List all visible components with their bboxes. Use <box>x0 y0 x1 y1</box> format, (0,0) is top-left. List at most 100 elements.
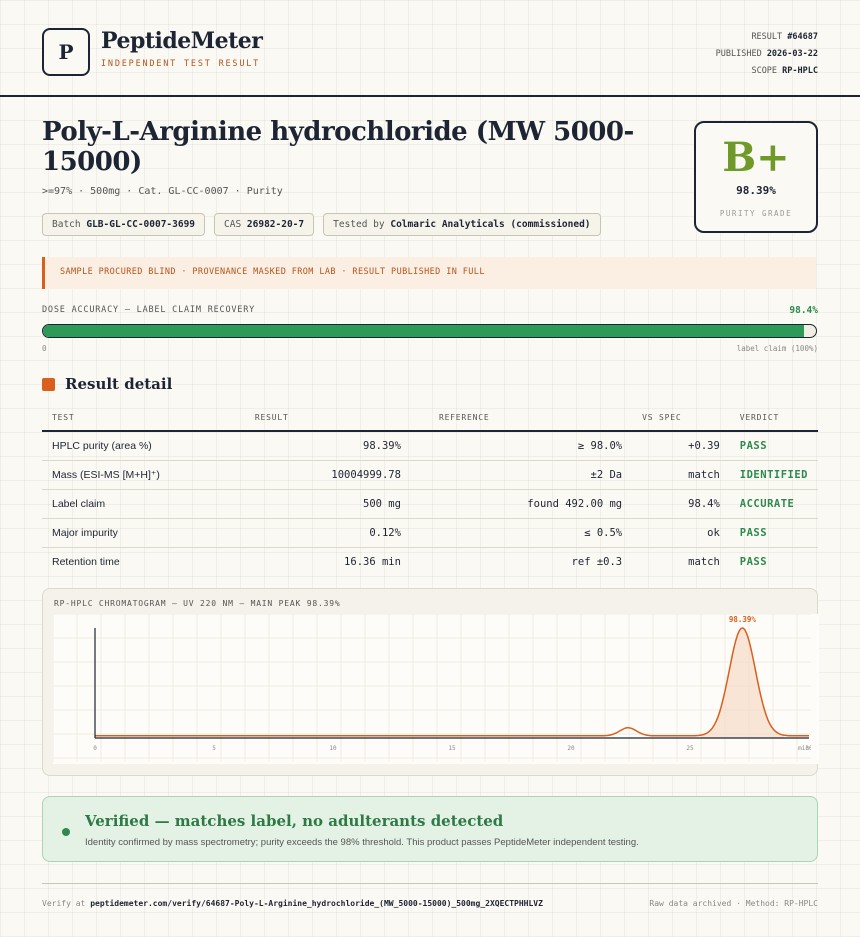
dose-bar-max-label: label claim (100%) <box>736 344 818 353</box>
verified-title: Verified — matches label, no adulterants… <box>85 812 504 830</box>
cell-vs-spec: +0.39 <box>632 431 730 461</box>
verify-url-link[interactable]: peptidemeter.com/verify/64687-Poly-L-Arg… <box>90 899 543 908</box>
col-header-result: RESULT <box>244 404 411 432</box>
chromatogram-card: RP-HPLC CHROMATOGRAM — UV 220 NM — MAIN … <box>42 588 819 776</box>
cell-result: 98.39% <box>244 431 411 461</box>
cell-vs-spec: 98.4% <box>632 489 730 519</box>
brand-tagline: INDEPENDENT TEST RESULT <box>101 59 261 69</box>
result-detail-heading: Result detail <box>42 375 172 393</box>
dose-progress-fill <box>43 325 804 337</box>
cell-result: 10004999.78 <box>244 460 411 490</box>
cell-test: Retention time <box>52 556 120 568</box>
cas-value: 26982-20-7 <box>246 219 305 230</box>
x-tick-label: 5 <box>212 745 216 752</box>
cell-result: 500 mg <box>244 489 411 519</box>
grade-letter: B+ <box>722 134 790 181</box>
result-label: RESULT <box>751 32 783 42</box>
logo-mark: P <box>42 28 90 76</box>
batch-value: GLB-GL-CC-0007-3699 <box>86 219 196 230</box>
cell-vs-spec: match <box>688 556 720 568</box>
cell-result: 0.12% <box>244 518 411 548</box>
x-axis-end-label: min <box>798 745 809 752</box>
tested-value: Colmaric Analyticals (commissioned) <box>390 219 591 230</box>
chromatogram-title: RP-HPLC CHROMATOGRAM — UV 220 NM — MAIN … <box>54 599 341 608</box>
grade-value: 98.39% <box>736 184 776 197</box>
result-id-line: RESULT #64687 <box>716 29 818 46</box>
section-title: Result detail <box>65 375 173 393</box>
published-date: 2026-03-22 <box>766 49 818 59</box>
main-peak-area <box>700 627 785 738</box>
table-header-row: TEST RESULT REFERENCE VS SPEC VERDICT <box>42 404 818 432</box>
cell-result: 16.36 min <box>344 556 401 568</box>
section-marker-icon <box>42 377 55 391</box>
table-row: Mass (ESI-MS [M+H]⁺) 10004999.78 ±2 Da m… <box>42 460 818 490</box>
verified-subtitle: Identity confirmed by mass spectrometry;… <box>85 837 639 848</box>
peak-label: 98.39% <box>729 615 757 624</box>
cell-verdict: PASS <box>739 556 768 568</box>
col-header-verdict: VERDICT <box>729 404 818 432</box>
cas-chip: CAS 26982-20-7 <box>214 213 315 236</box>
product-chips: Batch GLB-GL-CC-0007-3699 CAS 26982-20-7… <box>42 213 601 236</box>
chromatogram-plot: 0 5 10 15 20 25 30 min 98.39% <box>53 614 819 764</box>
results-table: TEST RESULT REFERENCE VS SPEC VERDICT HP… <box>42 404 818 576</box>
table-row: Retention time 16.36 min ref ±0.3 match … <box>42 548 818 577</box>
chromatogram-trace <box>95 627 809 737</box>
cell-verdict: PASS <box>729 518 818 548</box>
result-id: #64687 <box>787 32 818 42</box>
procurement-notice: SAMPLE PROCURED BLIND · PROVENANCE MASKE… <box>42 257 816 289</box>
x-tick-label: 25 <box>686 745 694 752</box>
report-header: P PeptideMeter INDEPENDENT TEST RESULT R… <box>0 0 860 97</box>
report-footer: Verify at peptidemeter.com/verify/64687-… <box>42 883 818 908</box>
cell-verdict: PASS <box>729 431 818 461</box>
x-tick-label: 20 <box>567 745 575 752</box>
cas-label: CAS <box>224 219 242 230</box>
cell-reference: ±2 Da <box>410 460 633 490</box>
cell-reference: found 492.00 mg <box>410 489 633 519</box>
verify-line: Verify at peptidemeter.com/verify/64687-… <box>42 899 543 908</box>
brand-name: PeptideMeter <box>101 28 263 54</box>
published-label: PUBLISHED <box>715 49 762 59</box>
cell-reference: ref ±0.3 <box>571 556 623 568</box>
scope-label: SCOPE <box>751 66 778 76</box>
x-tick-label: 15 <box>448 745 456 752</box>
verify-label: Verify at <box>42 899 86 908</box>
cell-test: Label claim <box>42 489 245 519</box>
published-line: PUBLISHED 2026-03-22 <box>716 46 818 63</box>
cell-test: Major impurity <box>42 518 245 548</box>
table-row: Label claim 500 mg found 492.00 mg 98.4%… <box>42 489 818 519</box>
cell-reference: ≥ 98.0% <box>410 431 633 461</box>
col-header-reference: REFERENCE <box>410 404 633 432</box>
tested-by-chip: Tested by Colmaric Analyticals (commissi… <box>323 213 601 236</box>
col-header-vs-spec: VS SPEC <box>632 404 730 432</box>
cell-verdict: ACCURATE <box>729 489 818 519</box>
dose-accuracy-value: 98.4% <box>789 305 818 316</box>
tested-label: Tested by <box>333 219 385 230</box>
x-tick-label: 0 <box>93 745 97 752</box>
cell-vs-spec: ok <box>632 518 730 548</box>
cell-verdict: IDENTIFIED <box>729 460 818 490</box>
scope-value: RP-HPLC <box>782 66 818 76</box>
cell-reference: ≤ 0.5% <box>410 518 633 548</box>
report-meta: RESULT #64687 PUBLISHED 2026-03-22 SCOPE… <box>716 29 818 80</box>
batch-chip: Batch GLB-GL-CC-0007-3699 <box>42 213 206 236</box>
batch-label: Batch <box>52 219 81 230</box>
table-row: HPLC purity (area %) 98.39% ≥ 98.0% +0.3… <box>42 431 818 461</box>
cell-vs-spec: match <box>632 460 730 490</box>
col-header-test: TEST <box>42 404 245 432</box>
purity-grade-card: B+ 98.39% PURITY GRADE <box>694 121 818 233</box>
dose-accuracy-label: DOSE ACCURACY — LABEL CLAIM RECOVERY <box>42 305 256 315</box>
cell-test: Mass (ESI-MS [M+H]⁺) <box>42 460 245 490</box>
logo-letter: P <box>58 40 74 64</box>
grade-label: PURITY GRADE <box>719 209 793 218</box>
cell-test: HPLC purity (area %) <box>42 431 245 461</box>
table-row: Major impurity 0.12% ≤ 0.5% ok PASS <box>42 518 818 548</box>
chromatogram-svg: 0 5 10 15 20 25 30min98.39% <box>53 614 811 762</box>
dose-bar-min-label: 0 <box>42 344 47 353</box>
footer-method: Raw data archived · Method: RP-HPLC <box>649 899 818 908</box>
x-tick-label: 10 <box>329 745 337 752</box>
dose-progress-bar <box>42 324 817 338</box>
verified-dot-icon <box>62 828 70 836</box>
product-subtitle: >=97% · 500mg · Cat. GL-CC-0007 · Purity <box>42 186 283 197</box>
verified-banner: Verified — matches label, no adulterants… <box>42 796 818 862</box>
scope-line: SCOPE RP-HPLC <box>716 63 818 80</box>
